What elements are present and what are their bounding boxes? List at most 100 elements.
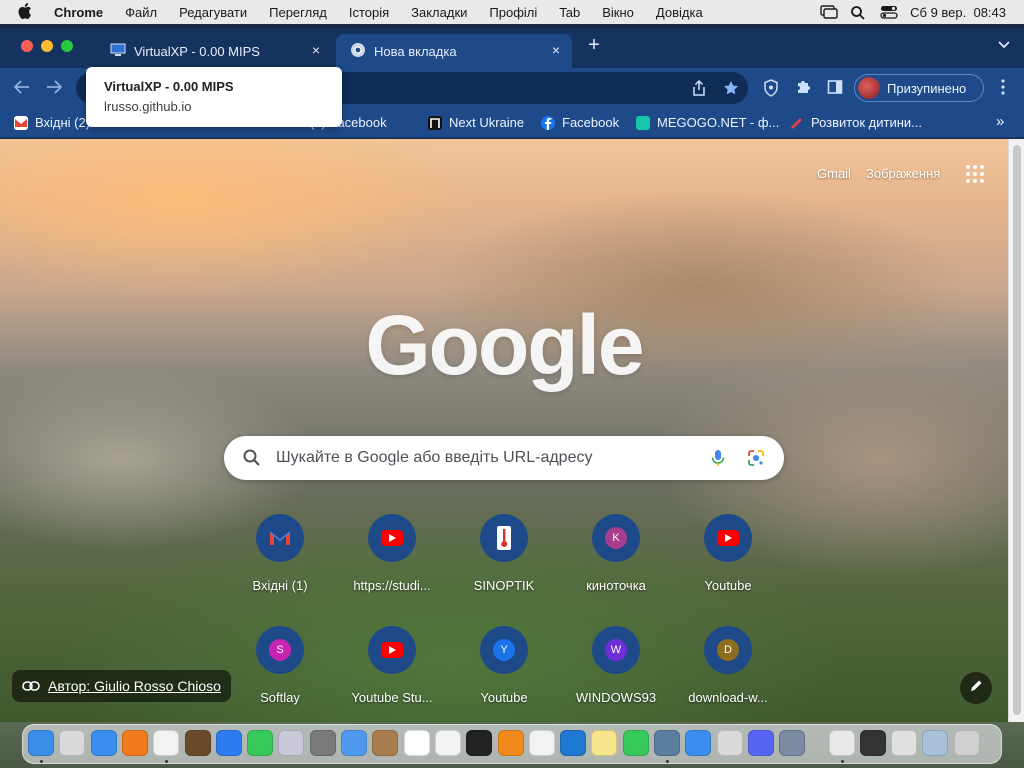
shortcut-tile[interactable]: Youtube	[672, 514, 784, 614]
dock-app-icon[interactable]	[528, 730, 555, 756]
zoom-window-button[interactable]	[61, 40, 73, 52]
bookmark-next-ukraine[interactable]: Next Ukraine	[428, 115, 524, 130]
forward-arrow-icon[interactable]	[44, 78, 64, 98]
menu-bookmarks[interactable]: Закладки	[411, 5, 467, 20]
dock-app-icon[interactable]	[685, 730, 712, 756]
tab-new-tab[interactable]: Нова вкладка ×	[336, 34, 572, 68]
dock-app-icon[interactable]	[309, 730, 336, 756]
menu-history[interactable]: Історія	[349, 5, 389, 20]
minimize-window-button[interactable]	[41, 40, 53, 52]
chrome-tab-strip: VirtualXP - 0.00 MIPS × Нова вкладка ×	[0, 28, 1024, 68]
shortcut-tile[interactable]: W WINDOWS93	[560, 626, 672, 722]
dock-app-icon[interactable]	[953, 730, 980, 756]
facebook-favicon-icon	[541, 115, 555, 130]
shortcut-tile[interactable]: Youtube Stu...	[336, 626, 448, 722]
microphone-icon[interactable]	[708, 448, 728, 468]
credit-link[interactable]: Автор: Giulio Rosso Chioso	[48, 678, 221, 694]
dock-app-icon[interactable]	[341, 730, 367, 756]
dock-app-icon[interactable]	[121, 730, 148, 756]
dock-app-icon[interactable]	[654, 730, 680, 756]
scrollbar-thumb[interactable]	[1013, 145, 1021, 715]
next-ukraine-favicon-icon	[428, 115, 442, 130]
dock-app-icon[interactable]	[153, 730, 180, 756]
dock-app-icon[interactable]	[59, 730, 86, 756]
shortcut-tile[interactable]: D download-w...	[672, 626, 784, 722]
dock-app-icon[interactable]	[779, 730, 806, 756]
menu-help[interactable]: Довідка	[656, 5, 703, 20]
shield-extension-icon[interactable]	[762, 79, 780, 97]
shortcut-label: WINDOWS93	[575, 690, 657, 705]
shortcut-tile[interactable]: https://studi...	[336, 514, 448, 614]
bookmark-child-development[interactable]: Розвиток дитини...	[790, 115, 922, 130]
spotlight-search-icon[interactable]	[850, 5, 866, 20]
dock-app-icon[interactable]	[891, 730, 918, 756]
shortcut-tile[interactable]: Вхідні (1)	[224, 514, 336, 614]
share-icon[interactable]	[690, 79, 708, 96]
google-search-box[interactable]	[224, 436, 784, 480]
dock-app-icon[interactable]	[591, 730, 618, 756]
shortcut-label: Youtube	[704, 578, 752, 593]
dock-app-icon[interactable]	[828, 730, 855, 756]
images-link[interactable]: Зображення	[866, 166, 940, 181]
dock-app-icon[interactable]	[247, 730, 274, 756]
menubar-clock[interactable]: Сб 9 вер. 08:43	[910, 5, 1006, 20]
menu-tab[interactable]: Tab	[559, 5, 580, 20]
menu-file[interactable]: Файл	[125, 5, 157, 20]
control-center-icon[interactable]	[880, 5, 898, 19]
profile-button[interactable]: Призупинено	[854, 74, 984, 102]
shortcut-tile[interactable]: K киноточка	[560, 514, 672, 614]
side-panel-icon[interactable]	[826, 79, 844, 97]
bookmark-megogo[interactable]: MEGOGO.NET - ф...	[636, 115, 779, 130]
dock-app-icon[interactable]	[716, 730, 743, 756]
extensions-puzzle-icon[interactable]	[794, 79, 812, 97]
dock-app-icon[interactable]	[434, 730, 461, 756]
apple-menu-icon[interactable]	[18, 2, 40, 22]
dock-app-icon[interactable]	[278, 730, 305, 756]
menu-app-chrome[interactable]: Chrome	[54, 5, 103, 20]
dock-app-icon[interactable]	[622, 730, 649, 756]
bookmarks-overflow-chevron[interactable]: »	[996, 113, 1004, 130]
back-arrow-icon[interactable]	[12, 78, 32, 98]
dock-app-icon[interactable]	[215, 730, 242, 756]
tooltip-url: lrusso.github.io	[104, 99, 192, 114]
page-scrollbar[interactable]	[1008, 139, 1024, 722]
shortcut-tile[interactable]: S Softlay	[224, 626, 336, 722]
google-lens-icon[interactable]	[746, 448, 766, 468]
menu-view[interactable]: Перегляд	[269, 5, 327, 20]
dock-app-icon[interactable]	[28, 730, 54, 756]
customize-pencil-icon[interactable]	[960, 672, 992, 704]
bookmark-label: Розвиток дитини...	[811, 115, 922, 130]
screen-mirroring-icon[interactable]	[820, 5, 838, 19]
dock-app-icon[interactable]	[859, 730, 886, 756]
tab-virtualxp[interactable]: VirtualXP - 0.00 MIPS ×	[96, 34, 332, 68]
profile-status-label: Призупинено	[887, 80, 967, 96]
dock-app-icon[interactable]	[403, 730, 430, 756]
bookmark-facebook[interactable]: Facebook	[541, 115, 619, 130]
menu-window[interactable]: Вікно	[602, 5, 634, 20]
shortcut-tile[interactable]: SINOPTIK	[448, 514, 560, 614]
background-credit[interactable]: Автор: Giulio Rosso Chioso	[12, 670, 231, 702]
dock-app-icon[interactable]	[747, 730, 774, 756]
bookmark-star-icon[interactable]	[722, 80, 740, 96]
gmail-link[interactable]: Gmail	[817, 166, 851, 181]
new-tab-button[interactable]: +	[584, 35, 604, 56]
dock-app-icon[interactable]	[466, 730, 493, 756]
shortcut-tile[interactable]: Y Youtube	[448, 626, 560, 722]
dock-app-icon[interactable]	[922, 730, 949, 756]
tab-close-icon[interactable]: ×	[308, 42, 324, 58]
dock-app-icon[interactable]	[497, 730, 524, 756]
tab-search-chevron-icon[interactable]	[998, 38, 1010, 52]
bookmark-inbox[interactable]: Вхідні (2)	[14, 115, 90, 130]
menu-edit[interactable]: Редагувати	[179, 5, 247, 20]
shortcut-label: download-w...	[688, 690, 768, 705]
tab-close-icon[interactable]: ×	[548, 42, 564, 58]
search-input[interactable]	[276, 444, 696, 472]
dock-app-icon[interactable]	[560, 730, 587, 756]
google-apps-grid-icon[interactable]	[966, 165, 984, 183]
menu-profiles[interactable]: Профілі	[489, 5, 537, 20]
close-window-button[interactable]	[21, 40, 33, 52]
dock-app-icon[interactable]	[184, 730, 211, 756]
more-menu-icon[interactable]	[994, 79, 1012, 97]
dock-app-icon[interactable]	[90, 730, 117, 756]
dock-app-icon[interactable]	[372, 730, 399, 756]
